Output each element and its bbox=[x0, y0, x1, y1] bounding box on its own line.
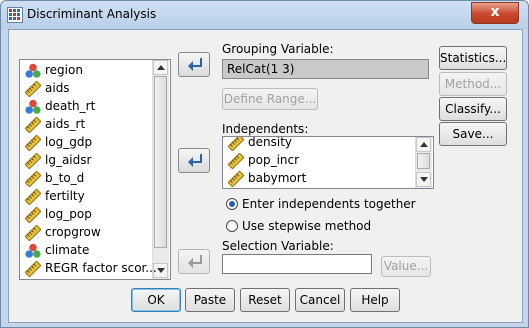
list-item-label: REGR factor scor... bbox=[45, 261, 157, 275]
list-item-label: log_gdp bbox=[45, 135, 93, 149]
scroll-up-button[interactable] bbox=[153, 60, 168, 75]
list-item[interactable]: density bbox=[225, 136, 413, 152]
chevron-up-icon bbox=[157, 65, 165, 70]
scale-variable-icon bbox=[24, 116, 42, 134]
scale-variable-icon bbox=[24, 134, 42, 152]
chevron-up-icon bbox=[420, 142, 428, 147]
list-item-label: aids_rt bbox=[45, 117, 86, 131]
close-button[interactable]: x bbox=[471, 2, 519, 24]
scale-variable-icon bbox=[24, 152, 42, 170]
enter-together-label[interactable]: Enter independents together bbox=[242, 197, 416, 211]
ok-button[interactable]: OK bbox=[131, 288, 181, 312]
variables-list[interactable]: region aids death_rt aids_rt log_gdp lg_aidsr… bbox=[19, 59, 171, 280]
nominal-variable-icon bbox=[25, 63, 41, 79]
scroll-thumb[interactable] bbox=[417, 153, 430, 169]
chevron-down-icon bbox=[157, 268, 165, 273]
list-item[interactable]: fertilty bbox=[22, 188, 150, 206]
list-item-label: pop_incr bbox=[248, 153, 300, 167]
independents-list[interactable]: density pop_incr babymort bbox=[222, 136, 434, 189]
chevron-down-icon bbox=[420, 177, 428, 182]
scale-variable-icon bbox=[227, 170, 245, 188]
app-icon bbox=[7, 7, 23, 23]
list-item[interactable]: pop_incr bbox=[225, 152, 413, 170]
classify-button[interactable]: Classify... bbox=[439, 97, 507, 121]
list-item-label: lg_aidsr bbox=[45, 153, 92, 167]
list-item-label: cropgrow bbox=[45, 225, 101, 239]
list-item[interactable]: cropgrow bbox=[22, 224, 150, 242]
list-item[interactable]: lg_aidsr bbox=[22, 152, 150, 170]
list-item[interactable]: aids bbox=[22, 80, 150, 98]
list-item-label: babymort bbox=[248, 171, 307, 185]
dialog-body: region aids death_rt aids_rt log_gdp lg_aidsr… bbox=[8, 29, 523, 323]
independents-label: Independents: bbox=[222, 122, 309, 136]
list-item-label: density bbox=[248, 136, 292, 149]
stepwise-radio[interactable] bbox=[226, 220, 238, 232]
list-item-label: fertilty bbox=[45, 189, 85, 203]
stepwise-label[interactable]: Use stepwise method bbox=[242, 219, 371, 233]
reset-button[interactable]: Reset bbox=[240, 288, 290, 312]
list-item[interactable]: b_to_d bbox=[22, 170, 150, 188]
selection-variable-label: Selection Variable: bbox=[222, 239, 334, 253]
nominal-variable-icon bbox=[25, 99, 41, 115]
scroll-down-button[interactable] bbox=[416, 172, 431, 187]
list-item-label: climate bbox=[45, 243, 90, 257]
selection-variable-field[interactable] bbox=[222, 254, 372, 274]
independents-list-scrollbar[interactable] bbox=[415, 137, 432, 188]
window-title: Discriminant Analysis bbox=[27, 7, 157, 21]
scroll-up-button[interactable] bbox=[416, 137, 431, 152]
list-item-label: b_to_d bbox=[45, 171, 85, 185]
enter-together-radio[interactable] bbox=[226, 198, 238, 210]
scale-variable-icon bbox=[227, 137, 245, 152]
close-icon: x bbox=[490, 4, 500, 20]
arrow-right-icon bbox=[188, 255, 202, 268]
scroll-thumb[interactable] bbox=[154, 76, 167, 248]
list-item-label: log_pop bbox=[45, 207, 92, 221]
scale-variable-icon bbox=[24, 206, 42, 224]
method-button[interactable]: Method... bbox=[439, 72, 507, 96]
save-button[interactable]: Save... bbox=[439, 122, 507, 146]
title-bar[interactable]: Discriminant Analysis x bbox=[1, 1, 528, 29]
list-item-label: aids bbox=[45, 81, 70, 95]
scale-variable-icon bbox=[24, 224, 42, 242]
scale-variable-icon bbox=[24, 260, 42, 278]
scale-variable-icon bbox=[24, 170, 42, 188]
scale-variable-icon bbox=[24, 188, 42, 206]
statistics-button[interactable]: Statistics... bbox=[439, 46, 507, 70]
list-item[interactable]: REGR factor scor... bbox=[22, 260, 157, 278]
list-item-label: death_rt bbox=[45, 99, 96, 113]
list-item[interactable]: aids_rt bbox=[22, 116, 150, 134]
scale-variable-icon bbox=[227, 152, 245, 170]
define-range-button[interactable]: Define Range... bbox=[222, 88, 318, 110]
grouping-variable-label: Grouping Variable: bbox=[222, 42, 334, 56]
move-to-independents-button[interactable] bbox=[178, 148, 210, 173]
list-item[interactable]: babymort bbox=[225, 170, 413, 188]
scale-variable-icon bbox=[24, 80, 42, 98]
list-item[interactable]: log_gdp bbox=[22, 134, 150, 152]
arrow-right-icon bbox=[188, 58, 202, 71]
cancel-button[interactable]: Cancel bbox=[295, 288, 345, 312]
list-item-label: region bbox=[45, 63, 83, 77]
move-to-grouping-button[interactable] bbox=[178, 52, 210, 77]
value-button[interactable]: Value... bbox=[381, 256, 431, 277]
move-to-selection-button[interactable] bbox=[178, 249, 210, 274]
list-item[interactable]: climate bbox=[22, 242, 150, 260]
list-item[interactable]: log_pop bbox=[22, 206, 150, 224]
list-item[interactable]: region bbox=[22, 62, 150, 80]
variables-list-scrollbar[interactable] bbox=[152, 60, 169, 279]
arrow-left-icon bbox=[188, 154, 202, 167]
nominal-variable-icon bbox=[25, 243, 41, 259]
paste-button[interactable]: Paste bbox=[185, 288, 235, 312]
help-button[interactable]: Help bbox=[350, 288, 400, 312]
grouping-variable-field[interactable]: RelCat(1 3) bbox=[222, 59, 429, 79]
dialog-window: Discriminant Analysis x region aids death_… bbox=[0, 0, 529, 328]
list-item[interactable]: death_rt bbox=[22, 98, 150, 116]
